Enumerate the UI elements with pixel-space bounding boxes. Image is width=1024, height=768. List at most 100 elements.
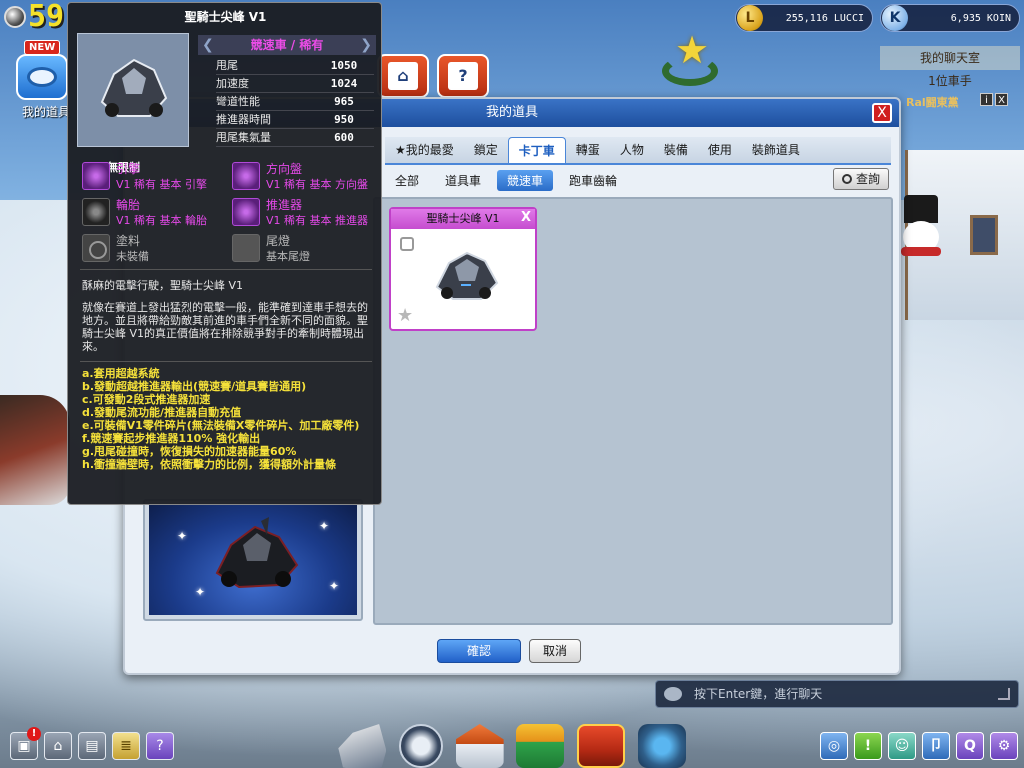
part-paint: 塗料 未裝備: [82, 231, 232, 267]
feature-item: g.甩尾碰撞時，恢復損失的加速器能量60%: [82, 445, 297, 458]
dialog-close-button[interactable]: X: [872, 103, 892, 123]
sparkle-icon: ✦: [177, 529, 188, 543]
kart-preview: ✦ ✦ ✦ ✦: [143, 499, 363, 621]
kart-category: ❮ 競速車 / 稀有 ❯: [198, 35, 376, 55]
tab-karts[interactable]: 卡丁車: [507, 137, 566, 163]
koin-coin-icon: K: [882, 5, 908, 31]
hud-close-button[interactable]: X: [995, 93, 1008, 106]
items-bag-icon: [27, 67, 57, 87]
level-ball-icon: [4, 6, 26, 28]
shop-icon: ⌂: [388, 62, 418, 90]
racer-rank: 1位車手: [928, 74, 972, 88]
stat-row: 甩尾 1050: [216, 57, 374, 75]
filter-sport-gears[interactable]: 跑車齒輪: [559, 170, 627, 191]
item-card[interactable]: 聖騎士尖峰 V1 X ★: [389, 207, 537, 331]
friends-button[interactable]: ☺: [888, 732, 916, 760]
alert-button[interactable]: !: [854, 732, 882, 760]
tab-locked[interactable]: 鎖定: [464, 137, 508, 163]
tooltip-description: 就像在賽道上發出猛烈的電擊一般，能準確到達車手想去的地方。並且將帶給勁敵其前進的…: [82, 301, 368, 353]
part-engine: 引擎 V1 稀有 基本 引擎: [82, 159, 232, 195]
feature-item: c.可發動2段式推進器加速: [82, 393, 211, 406]
stat-row: 彎道性能 965: [216, 93, 374, 111]
paint-icon: [82, 234, 110, 262]
player-level: 59: [4, 2, 64, 32]
speedometer-icon[interactable]: [398, 724, 443, 768]
garage-icon[interactable]: [455, 724, 504, 768]
part-steering: 方向盤 V1 稀有 基本 方向盤: [232, 159, 382, 195]
feature-item: h.衝撞牆壁時，依照衝擊力的比例，獲得額外計量條: [82, 458, 337, 471]
notes-button[interactable]: ≣: [112, 732, 140, 760]
help-nav-button[interactable]: ?: [437, 54, 489, 98]
search-icon: [841, 174, 852, 184]
tab-characters[interactable]: 人物: [610, 137, 654, 163]
prev-arrow-icon: ❮: [202, 37, 214, 53]
tooltip-title: 聖騎士尖峰 V1: [184, 10, 267, 24]
koin-balance: K 6,935 KOIN: [880, 4, 1020, 32]
lock-icon[interactable]: [400, 237, 414, 251]
item-grid: 聖騎士尖峰 V1 X ★: [373, 197, 893, 625]
category-tabs: ★我的最愛 鎖定 卡丁車 轉蛋 人物 裝備 使用 裝飾道具: [385, 137, 891, 165]
my-items-button[interactable]: [16, 54, 68, 100]
chat-placeholder: 按下Enter鍵，進行聊天: [694, 687, 823, 701]
cube-icon: ▣: [17, 738, 31, 754]
filter-speed-karts[interactable]: 競速車: [497, 169, 554, 191]
feature-item: d.發動尾流功能/推進器自動充值: [82, 406, 242, 419]
cancel-button[interactable]: 取消: [529, 639, 581, 663]
next-arrow-icon: ❯: [360, 37, 372, 53]
user-name: Ral闘東黨: [906, 96, 959, 109]
home-button[interactable]: ⌂: [44, 732, 72, 760]
koin-amount: 6,935 KOIN: [950, 12, 1011, 24]
tab-favorites[interactable]: ★我的最愛: [385, 137, 464, 163]
confirm-button[interactable]: 確認: [437, 639, 521, 663]
mission-button[interactable]: ◎: [820, 732, 848, 760]
shop-icon[interactable]: [516, 724, 565, 768]
chat-resize-icon[interactable]: [998, 688, 1010, 700]
alert-icon: !: [27, 727, 41, 741]
mechanic-icon[interactable]: [637, 724, 686, 768]
stat-row: 推進器時間 950: [216, 111, 374, 129]
help-icon: ?: [156, 738, 164, 754]
background-kart: [0, 395, 70, 505]
divider: [80, 269, 372, 270]
home-icon: ⌂: [53, 738, 63, 754]
kart-menu-icon[interactable]: [338, 724, 387, 768]
search-user-button[interactable]: Q: [956, 732, 984, 760]
guild-button[interactable]: 卩: [922, 732, 950, 760]
lucci-coin-icon: L: [737, 5, 763, 31]
item-remove-button[interactable]: X: [519, 211, 533, 225]
bottom-left-toolbar: ▣ ! ⌂ ▤ ≣ ?: [10, 727, 180, 760]
sparkle-icon: ✦: [195, 585, 206, 599]
settings-button[interactable]: ⚙: [990, 732, 1018, 760]
search-button[interactable]: 查詢: [832, 168, 889, 190]
stat-row: 甩尾集氣量 600: [216, 129, 374, 147]
tab-equipment[interactable]: 裝備: [654, 137, 698, 163]
tab-decorations[interactable]: 裝飾道具: [742, 137, 810, 163]
lucci-balance: L 255,116 LUCCI: [735, 4, 873, 32]
bottom-right-toolbar: ◎ ! ☺ 卩 Q ⚙: [814, 732, 1018, 760]
filter-all[interactable]: 全部: [385, 170, 429, 191]
gift-button[interactable]: ▤: [78, 732, 106, 760]
part-taillight: 尾燈 基本尾燈: [232, 231, 382, 267]
kart-model-icon: [215, 517, 299, 589]
tab-capsule[interactable]: 轉蛋: [566, 137, 610, 163]
chat-input[interactable]: 按下Enter鍵，進行聊天: [655, 680, 1019, 708]
background-snowman: [895, 195, 947, 285]
part-tires: 輪胎 V1 稀有 基本 輪胎: [82, 195, 232, 231]
engine-icon: [82, 162, 110, 190]
gift-icon: ▤: [85, 738, 99, 754]
toolbox-icon[interactable]: [576, 724, 625, 768]
divider: [80, 361, 372, 362]
filter-item-karts[interactable]: 道具車: [435, 170, 491, 191]
kart-stats: 甩尾 1050 加速度 1024 彎道性能 965 推進器時間 950 甩尾集氣量 600: [216, 57, 374, 147]
booster-icon: [232, 198, 260, 226]
help-button[interactable]: ?: [146, 732, 174, 760]
taillight-icon: [232, 234, 260, 262]
favorite-star-icon[interactable]: ★: [397, 305, 413, 326]
kart-thumbnail-icon: [100, 58, 168, 117]
chat-bubble-icon: [664, 687, 682, 701]
tab-consumables[interactable]: 使用: [698, 137, 742, 163]
inventory-button[interactable]: ▣ !: [10, 727, 41, 760]
info-button[interactable]: i: [980, 93, 993, 106]
my-chatroom-button[interactable]: 我的聊天室: [880, 46, 1020, 70]
shop-nav-button[interactable]: ⌂: [377, 54, 429, 98]
